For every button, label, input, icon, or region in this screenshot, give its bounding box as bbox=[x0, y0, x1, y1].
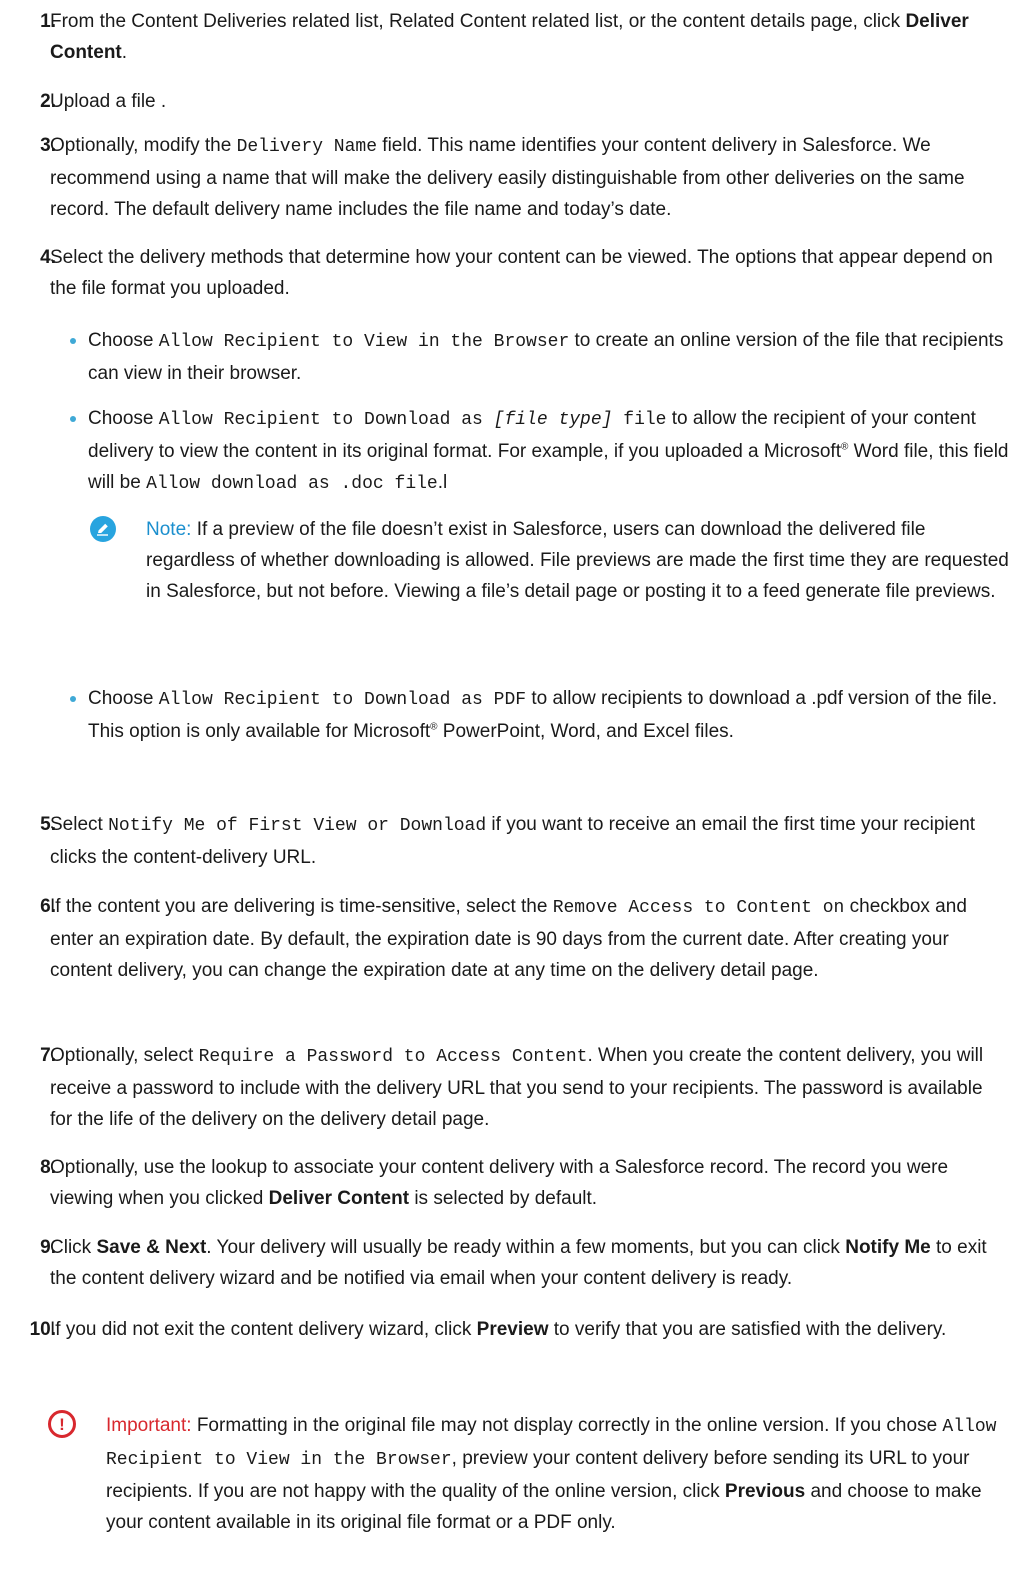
step-text: If you did not exit the content delivery… bbox=[50, 1314, 1009, 1345]
step-text: Optionally, select Require a Password to… bbox=[50, 1040, 1009, 1135]
text-run: . bbox=[121, 42, 128, 63]
step-text: Optionally, use the lookup to associate … bbox=[50, 1152, 1009, 1214]
text-run: Select bbox=[50, 814, 109, 835]
text-run: Optionally, modify the bbox=[50, 135, 237, 156]
step-text: Select the delivery methods that determi… bbox=[50, 242, 1009, 304]
step-text: Optionally, modify the Delivery Name fie… bbox=[50, 130, 1009, 225]
code-term: Require a Password to Access Content bbox=[198, 1047, 588, 1067]
code-term: Remove Access to Content on bbox=[552, 898, 845, 918]
bold-text: Notify Me bbox=[845, 1237, 931, 1258]
bold-text: Previous bbox=[724, 1481, 806, 1502]
bold-text: Preview bbox=[476, 1319, 549, 1340]
code-term: Notify Me of First View or Download bbox=[108, 816, 487, 836]
text-run: If a preview of the file doesn’t exist i… bbox=[146, 519, 1009, 602]
note-text: If a preview of the file doesn’t exist i… bbox=[146, 519, 1009, 602]
text-run: Choose bbox=[88, 330, 159, 351]
text-run: Upload a file . bbox=[50, 91, 167, 112]
code-placeholder: [file type] bbox=[493, 410, 613, 430]
text-run: If you did not exit the content delivery… bbox=[50, 1319, 477, 1340]
step-text: If the content you are delivering is tim… bbox=[50, 891, 1009, 986]
text-run: Choose bbox=[88, 408, 159, 429]
step-text: From the Content Deliveries related list… bbox=[50, 6, 1009, 68]
code-term: file bbox=[612, 410, 667, 430]
bullet-dot-icon bbox=[70, 338, 76, 344]
bold-text: Save & Next bbox=[96, 1237, 207, 1258]
code-term: Allow Recipient to View in the Browser bbox=[158, 332, 570, 352]
important-text: Formatting in the original file may not … bbox=[106, 1415, 996, 1533]
bullet-dot-icon bbox=[70, 696, 76, 702]
code-term: Allow Recipient to Download as bbox=[158, 410, 494, 430]
bullet-text: Choose Allow Recipient to View in the Br… bbox=[88, 325, 1009, 389]
text-run: PowerPoint, Word, and Excel files. bbox=[437, 721, 734, 742]
text-run: Select the delivery methods that determi… bbox=[50, 247, 993, 299]
text-run: Click bbox=[50, 1237, 97, 1258]
step-text: Upload a file . bbox=[50, 86, 1009, 117]
bullet-text: Choose Allow Recipient to Download as [f… bbox=[88, 403, 1009, 500]
text-run: Formatting in the original file may not … bbox=[196, 1415, 943, 1436]
text-run: . Your delivery will usually be ready wi… bbox=[206, 1237, 846, 1258]
text-run: is selected by default. bbox=[409, 1188, 598, 1209]
code-term: Allow download as .doc file bbox=[146, 474, 438, 494]
text-run: From the Content Deliveries related list… bbox=[50, 11, 906, 32]
text-run: Optionally, select bbox=[50, 1045, 199, 1066]
important-label: Important: bbox=[106, 1415, 192, 1436]
text-run: Choose bbox=[88, 688, 159, 709]
step-text: Select Notify Me of First View or Downlo… bbox=[50, 809, 1009, 873]
bold-text: Deliver Content bbox=[268, 1188, 410, 1209]
code-term: Delivery Name bbox=[236, 137, 378, 157]
step-text: Click Save & Next. Your delivery will us… bbox=[50, 1232, 1009, 1294]
note-pencil-icon bbox=[90, 516, 116, 542]
text-run: to verify that you are satisfied with th… bbox=[548, 1319, 947, 1340]
note-label: Note: bbox=[146, 519, 192, 540]
text-run: If the content you are delivering is tim… bbox=[50, 896, 553, 917]
bullet-dot-icon bbox=[70, 416, 76, 422]
bullet-text: Choose Allow Recipient to Download as PD… bbox=[88, 683, 1009, 747]
code-term: Allow Recipient to Download as PDF bbox=[158, 690, 527, 710]
registered-mark: ® bbox=[430, 721, 438, 733]
text-run: .l bbox=[437, 472, 448, 493]
exclamation-icon: ! bbox=[48, 1410, 76, 1438]
